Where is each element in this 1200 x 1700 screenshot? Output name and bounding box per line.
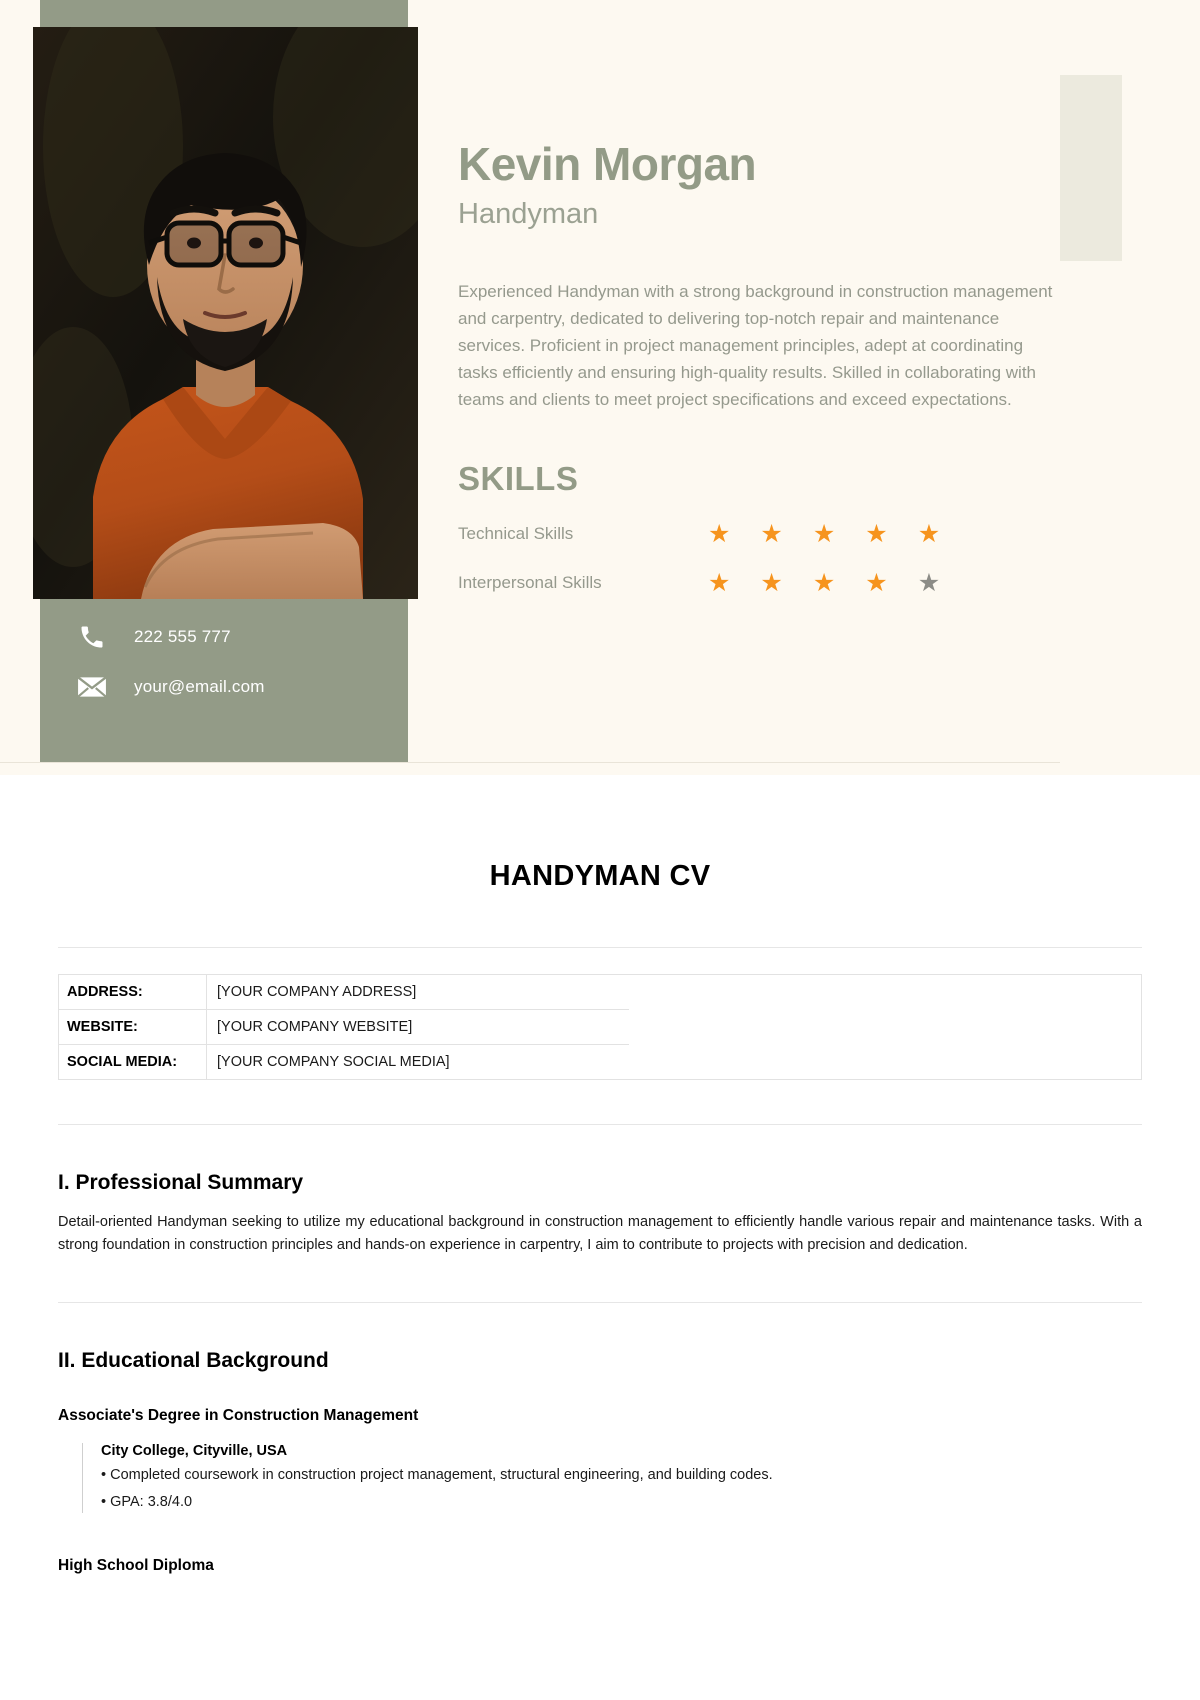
divider-after-table	[58, 1124, 1142, 1125]
candidate-role: Handyman	[458, 198, 599, 231]
contact-list: 222 555 777 your@email.com	[40, 612, 408, 712]
contact-row-phone[interactable]: 222 555 777	[40, 612, 408, 662]
star-filled-icon: ★	[917, 519, 941, 548]
contact-row-email[interactable]: your@email.com	[40, 662, 408, 712]
section-heading-educational-background: II. Educational Background	[58, 1348, 329, 1372]
cv-document: HANDYMAN CV ADDRESS: [YOUR COMPANY ADDRE…	[0, 775, 1200, 1575]
education-bullet: • GPA: 3.8/4.0	[101, 1493, 193, 1510]
info-spacer	[629, 1045, 1142, 1080]
email-value: your@email.com	[134, 677, 265, 696]
candidate-summary: Experienced Handyman with a strong backg…	[458, 282, 1053, 409]
table-row: WEBSITE: [YOUR COMPANY WEBSITE]	[58, 1009, 1142, 1045]
info-key: WEBSITE:	[58, 1009, 207, 1045]
skill-label: Interpersonal Skills	[458, 573, 602, 593]
phone-value: 222 555 777	[134, 627, 231, 646]
star-filled-icon: ★	[760, 568, 783, 597]
star-filled-icon: ★	[812, 568, 836, 597]
divider-top	[58, 947, 1142, 948]
divider-after-summary	[58, 1301, 1142, 1303]
info-spacer	[629, 1010, 1142, 1045]
envelope-icon	[72, 671, 112, 703]
skill-label: Technical Skills	[458, 524, 574, 544]
info-value: [YOUR COMPANY ADDRESS]	[206, 974, 629, 1010]
education-entry-1: City College, Cityville, USA • Completed…	[82, 1442, 1142, 1513]
skills-heading: SKILLS	[458, 459, 579, 497]
education-degree-2: High School Diploma	[58, 1557, 214, 1574]
skill-row-technical: Technical Skills ★ ★ ★ ★ ★	[458, 519, 1058, 548]
page-title: HANDYMAN CV	[489, 860, 711, 892]
education-degree-1: Associate's Degree in Construction Manag…	[58, 1406, 419, 1424]
star-filled-icon: ★	[708, 519, 731, 548]
info-spacer	[629, 975, 1142, 1010]
info-key: ADDRESS:	[58, 974, 207, 1010]
skill-row-interpersonal: Interpersonal Skills ★ ★ ★ ★ ★	[458, 568, 1058, 597]
skill-rating-technical: ★ ★ ★ ★ ★	[708, 519, 941, 548]
skill-rating-interpersonal: ★ ★ ★ ★ ★	[708, 568, 941, 597]
section-heading-professional-summary: I. Professional Summary	[58, 1171, 304, 1194]
info-value: [YOUR COMPANY WEBSITE]	[206, 1009, 629, 1045]
info-key: SOCIAL MEDIA:	[58, 1044, 207, 1080]
phone-icon	[72, 621, 112, 653]
info-table-body: ADDRESS: [YOUR COMPANY ADDRESS] WEBSITE:…	[58, 974, 1142, 1080]
candidate-name: Kevin Morgan	[458, 138, 757, 190]
education-bullet: • Completed coursework in construction p…	[101, 1466, 773, 1483]
info-value: [YOUR COMPANY SOCIAL MEDIA]	[217, 1054, 450, 1070]
star-filled-icon: ★	[865, 519, 888, 548]
table-row: ADDRESS: [YOUR COMPANY ADDRESS]	[58, 974, 1142, 1010]
star-empty-icon: ★	[917, 568, 941, 597]
preview-canvas: 222 555 777 your@email.com Kevin Morgan …	[0, 0, 1060, 762]
star-filled-icon: ★	[760, 519, 783, 548]
star-filled-icon: ★	[812, 519, 836, 548]
star-filled-icon: ★	[708, 568, 731, 597]
color-swatch	[1060, 75, 1122, 261]
table-row: SOCIAL MEDIA: [YOUR COMPANY SOCIAL MEDIA…	[58, 1044, 1142, 1080]
star-filled-icon: ★	[865, 568, 888, 597]
education-school-1: City College, Cityville, USA	[101, 1442, 288, 1459]
section-body-professional-summary: Detail-oriented Handyman seeking to util…	[58, 1214, 1142, 1254]
company-info-table: ADDRESS: [YOUR COMPANY ADDRESS] WEBSITE:…	[58, 974, 1142, 1080]
cv-template-preview: 222 555 777 your@email.com Kevin Morgan …	[0, 0, 1200, 775]
preview-right-column: Kevin Morgan Handyman Experienced Handym…	[458, 0, 1058, 596]
preview-bottom-strip	[0, 762, 1060, 775]
profile-photo	[33, 27, 418, 599]
